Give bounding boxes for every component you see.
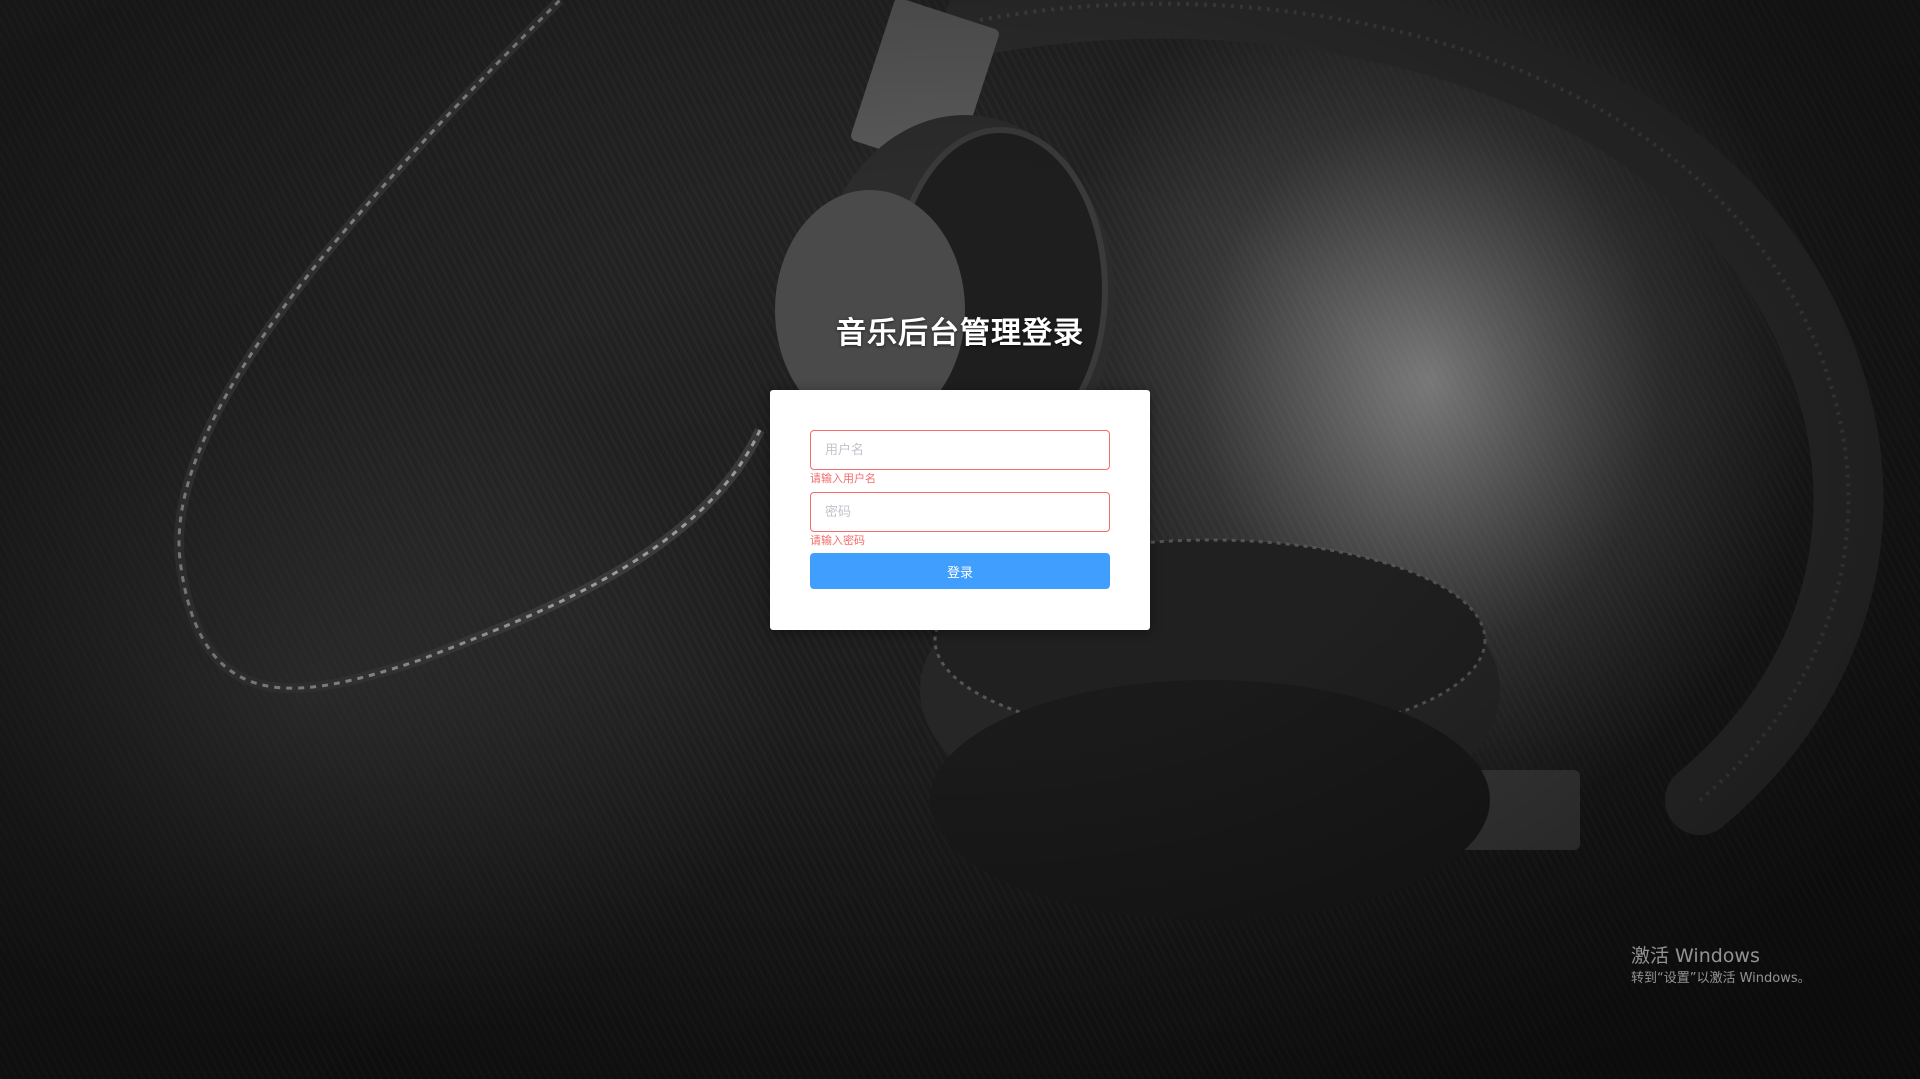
username-field[interactable] bbox=[810, 430, 1110, 470]
watermark-title: 激活 Windows bbox=[1631, 945, 1760, 967]
username-error: 请输入用户名 bbox=[810, 472, 876, 485]
login-page: 音乐后台管理登录 请输入用户名 请输入密码 登录 激活 Windows 转到“设… bbox=[0, 0, 1920, 1079]
login-form: 请输入用户名 请输入密码 登录 bbox=[770, 390, 1150, 630]
password-input[interactable] bbox=[811, 493, 1109, 531]
login-button[interactable]: 登录 bbox=[810, 553, 1110, 589]
password-field[interactable] bbox=[810, 492, 1110, 532]
username-input[interactable] bbox=[811, 431, 1109, 469]
password-error: 请输入密码 bbox=[810, 534, 865, 547]
watermark-subtitle: 转到“设置”以激活 Windows。 bbox=[1631, 971, 1811, 986]
page-title: 音乐后台管理登录 bbox=[836, 316, 1084, 351]
windows-activation-watermark: 激活 Windows 转到“设置”以激活 Windows。 bbox=[1631, 944, 1811, 988]
